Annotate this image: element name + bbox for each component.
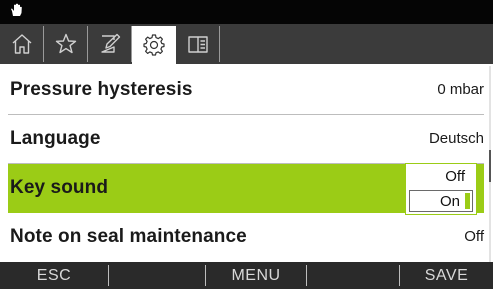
menu-button[interactable]: MENU <box>206 262 306 289</box>
softkey-bar: ESC MENU SAVE <box>0 262 493 289</box>
selection-cursor <box>465 193 470 209</box>
setting-row-pressure-hysteresis[interactable]: Pressure hysteresis 0 mbar <box>8 66 484 115</box>
tab-favorites[interactable] <box>44 26 88 62</box>
dropdown-option-on[interactable]: On <box>409 190 473 212</box>
setting-label: Key sound <box>10 177 109 198</box>
softkey-empty-2[interactable] <box>109 262 205 289</box>
hand-icon <box>11 3 22 16</box>
setting-row-language[interactable]: Language Deutsch <box>8 115 484 164</box>
status-bar <box>0 0 493 24</box>
scrollbar-thumb[interactable] <box>489 150 491 182</box>
tab-manual[interactable] <box>176 26 220 62</box>
setting-row-seal-maintenance[interactable]: Note on seal maintenance Off <box>8 213 484 261</box>
save-button[interactable]: SAVE <box>400 262 493 289</box>
device-screen: Pressure hysteresis 0 mbar Language Deut… <box>0 0 493 289</box>
setting-value: Deutsch <box>428 130 484 147</box>
setting-label: Language <box>10 128 101 149</box>
edit-icon <box>101 33 121 53</box>
setting-label: Note on seal maintenance <box>10 226 247 247</box>
esc-button[interactable]: ESC <box>0 262 108 289</box>
tab-settings[interactable] <box>132 26 176 66</box>
key-sound-dropdown[interactable]: Off On <box>405 163 477 215</box>
setting-label: Pressure hysteresis <box>10 79 193 100</box>
tab-edit[interactable] <box>88 26 132 62</box>
dropdown-option-off[interactable]: Off <box>409 166 473 188</box>
dropdown-option-label: On <box>439 193 460 210</box>
gear-icon <box>143 34 165 56</box>
dropdown-option-label: Off <box>445 168 465 185</box>
manual-icon <box>188 36 208 53</box>
setting-value: Off <box>464 228 484 245</box>
tab-bar <box>0 24 493 66</box>
tab-home[interactable] <box>0 26 44 62</box>
setting-value: 0 mbar <box>437 81 484 98</box>
softkey-empty-4[interactable] <box>307 262 399 289</box>
home-icon <box>12 34 32 54</box>
star-icon <box>55 33 77 54</box>
